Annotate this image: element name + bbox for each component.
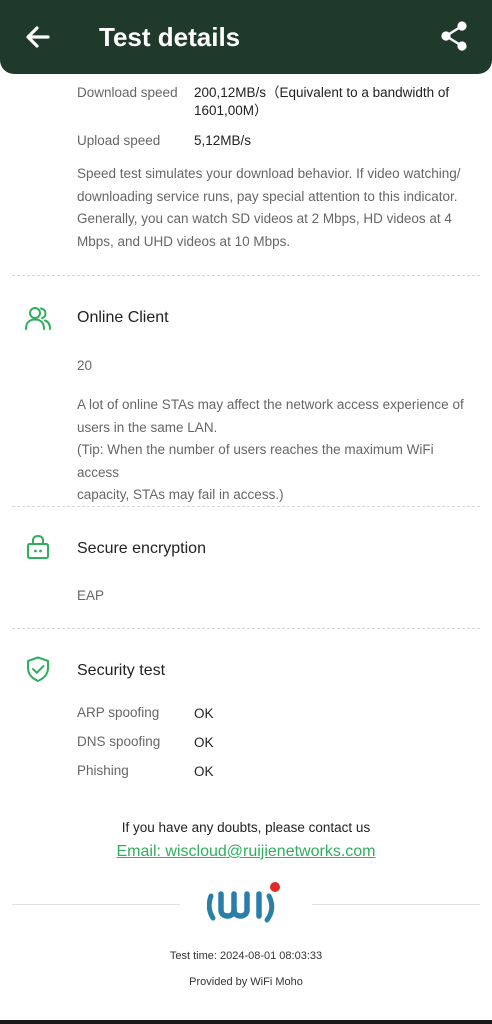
section-divider [12, 275, 480, 276]
bottom-edge [0, 1020, 492, 1024]
lock-icon [27, 534, 49, 559]
logo-divider-right [312, 904, 480, 905]
arp-spoofing-status: OK [194, 706, 214, 721]
download-speed-value-line1: 200,12MB/s（Equivalent to a bandwidth of [194, 85, 450, 100]
upload-speed-label: Upload speed [77, 133, 161, 148]
speed-description: Speed test simulates your download behav… [77, 163, 472, 253]
dns-spoofing-status: OK [194, 735, 214, 750]
users-icon [25, 307, 51, 330]
share-icon[interactable] [437, 19, 471, 53]
logo-divider-left [12, 904, 180, 905]
encryption-type-value: EAP [77, 588, 105, 603]
online-client-description-line: A lot of online STAs may affect the netw… [77, 397, 464, 412]
online-client-description-line: (Tip: When the number of users reaches t… [77, 442, 434, 480]
download-speed-value-line2: 1601,00M） [194, 103, 268, 118]
security-test-title: Security test [77, 662, 166, 679]
phishing-label: Phishing [77, 763, 129, 778]
speed-description-line: Speed test simulates your download behav… [77, 166, 461, 181]
wifi-moho-logo [207, 882, 280, 923]
shield-check-icon [27, 656, 49, 682]
online-client-count: 20 [77, 358, 93, 373]
section-divider [12, 506, 480, 507]
arrow-left-icon[interactable] [22, 21, 54, 53]
upload-speed-value: 5,12MB/s [194, 133, 252, 148]
online-client-title: Online Client [77, 309, 169, 326]
top-app-bar: Test details [0, 0, 492, 74]
online-client-description-line: capacity, STAs may fail in access.) [77, 487, 284, 502]
dns-spoofing-label: DNS spoofing [77, 734, 161, 749]
provided-by: Provided by WiFi Moho [189, 976, 303, 988]
section-divider [12, 628, 480, 629]
contact-prompt: If you have any doubts, please contact u… [121, 820, 371, 835]
speed-description-line: downloading service runs, pay special at… [77, 188, 458, 204]
phishing-status: OK [194, 764, 214, 779]
test-time: Test time: 2024-08-01 08:03:33 [169, 950, 323, 962]
arp-spoofing-label: ARP spoofing [77, 705, 160, 720]
secure-encryption-title: Secure encryption [77, 540, 206, 557]
page-title: Test details [99, 22, 241, 52]
download-speed-label: Download speed [77, 85, 178, 100]
online-client-description: A lot of online STAs may affect the netw… [77, 394, 472, 507]
online-client-description-line: users in the same LAN. [77, 419, 218, 435]
download-speed-value: 200,12MB/s（Equivalent to a bandwidth of … [194, 84, 449, 120]
contact-email-link[interactable]: Email: wiscloud@ruijienetworks.com [0, 843, 492, 861]
speed-description-line: Generally, you can watch SD videos at 2 … [77, 211, 452, 226]
speed-description-line: Mbps, and UHD videos at 10 Mbps. [77, 233, 291, 249]
